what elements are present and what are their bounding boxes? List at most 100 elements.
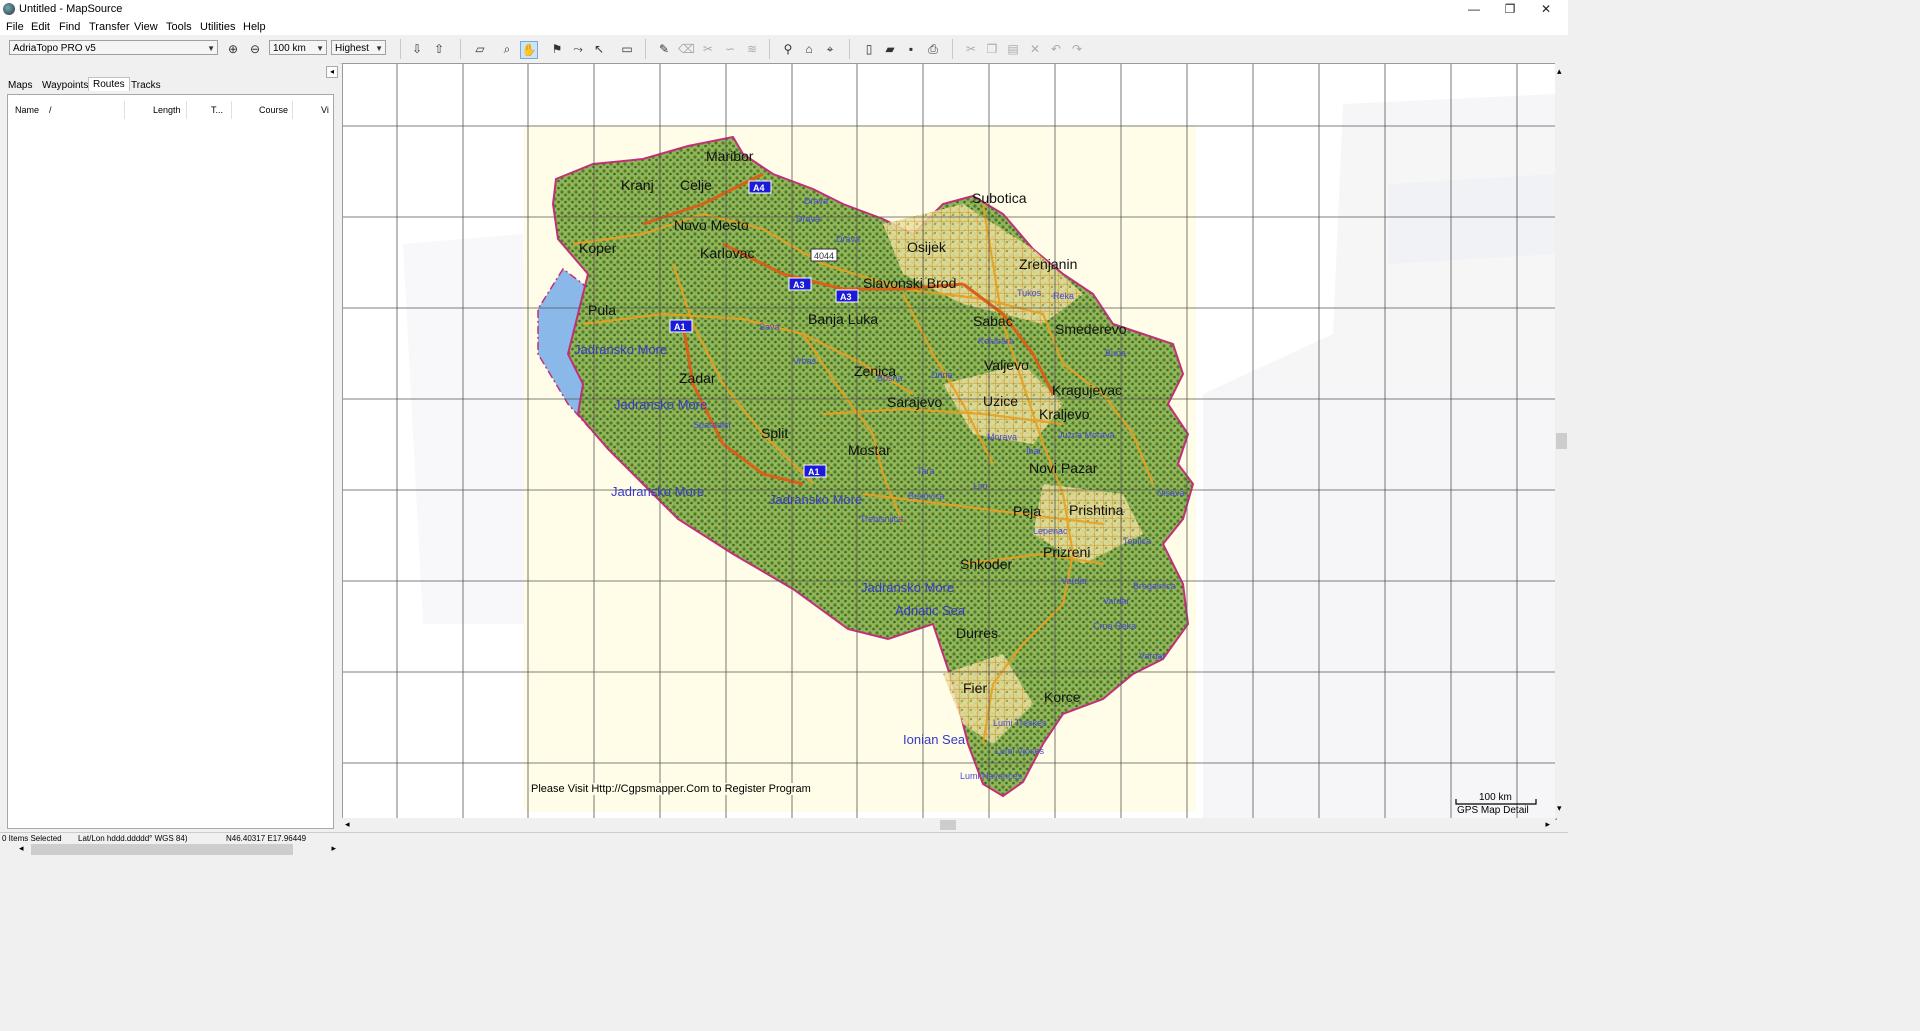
scroll-up-icon[interactable]: ▴ bbox=[1557, 66, 1562, 77]
column-header-length[interactable]: Length bbox=[153, 105, 181, 115]
scroll-right-icon[interactable]: ▸ bbox=[1545, 819, 1550, 830]
scrollbar-thumb[interactable] bbox=[1556, 433, 1567, 449]
highway-shield-label: A4 bbox=[753, 183, 765, 193]
map-river-label: Tara bbox=[917, 466, 935, 476]
find-icon[interactable]: ⚲ bbox=[780, 41, 796, 57]
map-city-label: Pula bbox=[588, 302, 616, 318]
menu-transfer[interactable]: Transfer bbox=[89, 21, 130, 33]
map-city-label: Osijek bbox=[907, 239, 947, 255]
map-horizontal-scrollbar[interactable]: ◂ ▸ bbox=[342, 818, 1555, 832]
map-canvas[interactable]: Maribor Kranj Celje Novo Mesto Koper Karlovac… bbox=[343, 64, 1556, 819]
find-place-icon[interactable]: ⌂ bbox=[801, 41, 817, 57]
routes-list[interactable]: Name / Length T... Course Vi ◂ ▸ bbox=[7, 94, 340, 858]
zoom-tool-icon[interactable]: ⌕ bbox=[499, 41, 515, 57]
map-city-label: Novi Pazar bbox=[1029, 460, 1098, 476]
undo-icon[interactable]: ↶ bbox=[1048, 41, 1064, 57]
copy-icon[interactable]: ❐ bbox=[984, 41, 1000, 57]
close-button[interactable]: ✕ bbox=[1528, 0, 1564, 19]
map-sea-label: Jadransko More bbox=[614, 397, 707, 412]
zoom-scale-select[interactable]: 100 km ▼ bbox=[269, 40, 327, 55]
map-river-label: Lumi Treskes bbox=[993, 718, 1047, 728]
print-icon[interactable]: ⎙ bbox=[925, 41, 941, 57]
map-river-label: Lumi Vjoses bbox=[995, 746, 1045, 756]
coordinate-format: Lat/Lon hddd.ddddd° WGS 84) bbox=[78, 834, 188, 843]
map-city-label: Mostar bbox=[848, 442, 891, 458]
map-river-label: Reka bbox=[1053, 291, 1074, 301]
column-divider[interactable] bbox=[186, 101, 187, 119]
save-file-icon[interactable]: ▪ bbox=[903, 41, 919, 57]
scroll-left-icon[interactable]: ◂ bbox=[19, 843, 24, 854]
cut-icon[interactable]: ✂ bbox=[963, 41, 979, 57]
scroll-left-icon[interactable]: ◂ bbox=[345, 819, 350, 830]
delete-icon[interactable]: ✕ bbox=[1027, 41, 1043, 57]
open-file-icon[interactable]: ▰ bbox=[882, 41, 898, 57]
map-city-label: Fier bbox=[963, 680, 987, 696]
distance-tool-icon[interactable]: ▭ bbox=[619, 41, 635, 57]
scale-label: 100 km bbox=[1479, 792, 1512, 803]
map-city-label: Uzice bbox=[983, 393, 1018, 409]
menu-find[interactable]: Find bbox=[59, 21, 80, 33]
menu-edit[interactable]: Edit bbox=[31, 21, 50, 33]
tab-waypoints[interactable]: Waypoints bbox=[42, 80, 88, 91]
map-river-label: Vardar bbox=[1061, 576, 1087, 586]
map-vertical-scrollbar[interactable]: ▴ ▾ bbox=[1555, 63, 1568, 818]
map-sea-label: Jadransko More bbox=[611, 484, 704, 499]
scroll-down-icon[interactable]: ▾ bbox=[1557, 803, 1562, 814]
scrollbar-thumb[interactable] bbox=[31, 844, 293, 855]
map-city-label: Sabac bbox=[973, 313, 1013, 329]
detail-level-select[interactable]: Highest ▼ bbox=[331, 40, 386, 55]
map-river-label: Bregalnica bbox=[1133, 581, 1176, 591]
tab-tracks[interactable]: Tracks bbox=[131, 80, 161, 91]
map-city-label: Prizreni bbox=[1043, 544, 1090, 560]
chevron-down-icon: ▼ bbox=[375, 44, 383, 53]
menu-file[interactable]: File bbox=[6, 21, 24, 33]
column-header-time[interactable]: T... bbox=[211, 105, 223, 115]
tab-maps[interactable]: Maps bbox=[8, 80, 32, 91]
menu-utilities[interactable]: Utilities bbox=[200, 21, 235, 33]
redo-icon[interactable]: ↷ bbox=[1069, 41, 1085, 57]
scroll-right-icon[interactable]: ▸ bbox=[331, 843, 336, 854]
erase-icon[interactable]: ⌫ bbox=[678, 41, 695, 57]
map-river-label: Lumi Navances bbox=[960, 771, 1023, 781]
tab-routes[interactable]: Routes bbox=[88, 77, 130, 91]
menu-view[interactable]: View bbox=[134, 21, 158, 33]
map-product-select[interactable]: AdriaTopo PRO v5 ▼ bbox=[9, 40, 218, 55]
paste-icon[interactable]: ▤ bbox=[1005, 41, 1021, 57]
toolbar-separator bbox=[849, 39, 850, 59]
selection-tool-icon[interactable]: ↖ bbox=[591, 41, 607, 57]
map-sea-label: Jadransko More bbox=[574, 342, 667, 357]
divide-track-icon[interactable]: ✂ bbox=[700, 41, 716, 57]
selection-status: 0 Items Selected bbox=[2, 834, 62, 843]
hand-tool-icon[interactable]: ✋ bbox=[520, 41, 538, 59]
map-tool-icon[interactable]: ▱ bbox=[472, 41, 488, 57]
zoom-in-icon[interactable]: ⊕ bbox=[225, 41, 241, 57]
zoom-scale-value: 100 km bbox=[273, 43, 306, 54]
join-track-icon[interactable]: ∽ bbox=[722, 41, 738, 57]
map-view[interactable]: Maribor Kranj Celje Novo Mesto Koper Karlovac… bbox=[342, 63, 1557, 820]
collapse-panel-button[interactable]: ◂ bbox=[326, 66, 338, 78]
new-file-icon[interactable]: ▯ bbox=[861, 41, 877, 57]
send-to-device-icon[interactable]: ⇧ bbox=[431, 41, 447, 57]
column-header-name[interactable]: Name bbox=[15, 105, 39, 115]
column-header-via[interactable]: Vi bbox=[321, 105, 329, 115]
find-near-icon[interactable]: ⌖ bbox=[822, 41, 838, 57]
zoom-out-icon[interactable]: ⊖ bbox=[247, 41, 263, 57]
menu-help[interactable]: Help bbox=[243, 21, 266, 33]
profile-icon[interactable]: ≋ bbox=[744, 41, 760, 57]
waypoint-tool-icon[interactable]: ⚑ bbox=[549, 41, 565, 57]
scrollbar-thumb[interactable] bbox=[940, 820, 956, 830]
column-divider[interactable] bbox=[124, 101, 125, 119]
detail-label: GPS Map Detail bbox=[1457, 805, 1529, 816]
minimize-button[interactable]: — bbox=[1456, 0, 1492, 19]
route-tool-icon[interactable]: ⤳ bbox=[570, 41, 586, 57]
menu-tools[interactable]: Tools bbox=[166, 21, 192, 33]
column-divider[interactable] bbox=[231, 101, 232, 119]
receive-from-device-icon[interactable]: ⇩ bbox=[409, 41, 425, 57]
maximize-button[interactable]: ❐ bbox=[1492, 0, 1528, 19]
cursor-position: N46.40317 E17.96449 bbox=[226, 834, 307, 843]
column-header-course[interactable]: Course bbox=[259, 105, 288, 115]
toolbar: AdriaTopo PRO v5 ▼ ⊕ ⊖ 100 km ▼ Highest ▼ ⇩… bbox=[0, 35, 1568, 64]
column-divider[interactable] bbox=[292, 101, 293, 119]
map-sea-label: Ionian Sea bbox=[903, 732, 966, 747]
draw-track-icon[interactable]: ✎ bbox=[656, 41, 672, 57]
